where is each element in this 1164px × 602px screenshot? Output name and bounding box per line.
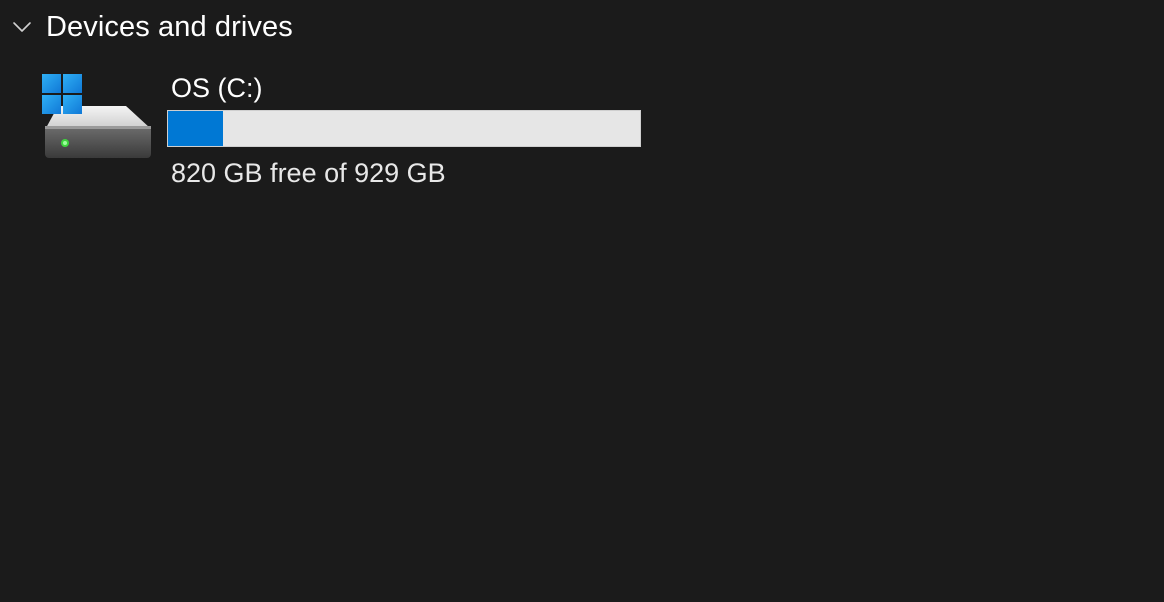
devices-and-drives-group-header[interactable]: Devices and drives — [8, 6, 293, 48]
drive-info: OS (C:) 820 GB free of 929 GB — [167, 70, 647, 191]
drive-usage-bar — [167, 110, 641, 147]
group-title: Devices and drives — [46, 10, 293, 43]
file-explorer-this-pc-view: Devices and drives OS (C:) 820 GB free o… — [0, 0, 1164, 602]
chevron-down-icon[interactable] — [8, 13, 36, 41]
drive-tile-os-c[interactable]: OS (C:) 820 GB free of 929 GB — [34, 64, 654, 196]
drive-name: OS (C:) — [171, 73, 263, 103]
drive-usage-fill — [168, 111, 224, 146]
drive-free-space-text: 820 GB free of 929 GB — [171, 158, 446, 188]
hard-drive-windows-icon — [40, 72, 154, 164]
